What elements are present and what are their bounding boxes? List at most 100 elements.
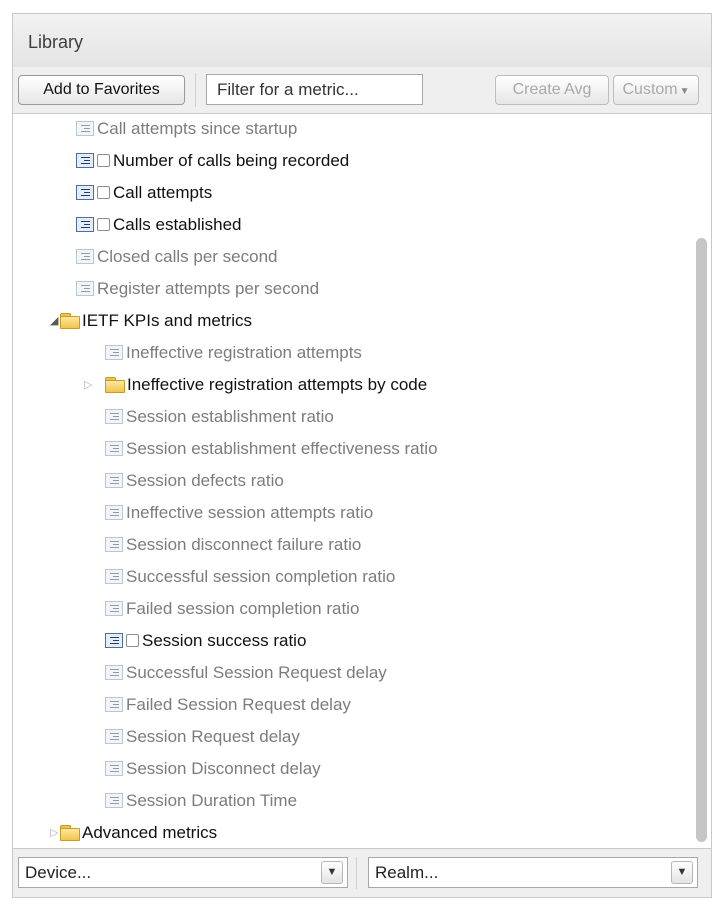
add-to-favorites-button[interactable]: Add to Favorites	[18, 75, 185, 105]
tree-folder-ineffective-registration-attempts-by-code[interactable]: ▷ Ineffective registration attempts by co…	[13, 371, 689, 401]
panel-header: Library	[13, 14, 711, 68]
metric-checkbox[interactable]	[97, 186, 110, 199]
metric-icon	[105, 633, 123, 648]
tree-item-label: Session Request delay	[126, 727, 300, 746]
tree-item-session-establishment-effectiveness-ratio[interactable]: Session establishment effectiveness rati…	[13, 435, 689, 465]
tree-item-label: Failed Session Request delay	[126, 695, 351, 714]
tree-item-call-attempts-since-startup[interactable]: Call attempts since startup	[13, 115, 689, 145]
tree-scrollbar[interactable]	[693, 114, 709, 849]
metric-checkbox[interactable]	[126, 634, 139, 647]
folder-icon	[60, 825, 80, 841]
tree-item-closed-calls-per-second[interactable]: Closed calls per second	[13, 243, 689, 273]
metric-icon	[76, 121, 94, 136]
expand-triangle-icon[interactable]: ▷	[50, 826, 58, 840]
tree-item-label: Ineffective registration attempts	[126, 343, 362, 362]
device-select[interactable]: Device... ▼	[18, 857, 348, 888]
tree-item-label: Session establishment effectiveness rati…	[126, 439, 438, 458]
tree-folder-ietf-kpis-and-metrics[interactable]: ◢ IETF KPIs and metrics	[13, 307, 689, 337]
create-avg-button[interactable]: Create Avg	[495, 75, 609, 105]
metric-icon	[76, 185, 94, 200]
tree-item-label: Session defects ratio	[126, 471, 284, 490]
metric-icon	[105, 793, 123, 808]
tree-item-label: Number of calls being recorded	[113, 151, 350, 170]
filter-bar-divider	[356, 857, 357, 889]
chevron-down-icon[interactable]: ▼	[321, 861, 343, 884]
tree-item-label: Call attempts	[113, 183, 213, 202]
tree-item-label: Session establishment ratio	[126, 407, 334, 426]
toolbar: Add to Favorites Create Avg Custom▼	[13, 67, 711, 114]
tree-item-register-attempts-per-second[interactable]: Register attempts per second	[13, 275, 689, 305]
tree-item-label: Register attempts per second	[97, 279, 320, 298]
tree-item-label: Session success ratio	[142, 631, 307, 650]
tree-item-session-duration-time[interactable]: Session Duration Time	[13, 787, 689, 817]
metric-icon	[105, 505, 123, 520]
metric-icon	[105, 697, 123, 712]
tree-item-ineffective-session-attempts-ratio[interactable]: Ineffective session attempts ratio	[13, 499, 689, 529]
tree-item-ineffective-registration-attempts[interactable]: Ineffective registration attempts	[13, 339, 689, 369]
tree-item-label: Successful Session Request delay	[126, 663, 387, 682]
scrollbar-thumb[interactable]	[696, 238, 707, 842]
tree-item-failed-session-completion-ratio[interactable]: Failed session completion ratio	[13, 595, 689, 625]
collapse-triangle-icon[interactable]: ◢	[50, 314, 58, 328]
folder-icon	[60, 313, 80, 329]
metric-tree: Call attempts since startup Number of cal…	[13, 114, 689, 849]
metric-icon	[105, 537, 123, 552]
tree-item-label: Session Disconnect delay	[126, 759, 321, 778]
panel-title: Library	[28, 32, 84, 52]
tree-item-label: Successful session completion ratio	[126, 567, 396, 586]
tree-folder-label: Advanced metrics	[82, 823, 218, 842]
chevron-down-icon[interactable]: ▼	[671, 861, 693, 884]
metric-icon	[105, 601, 123, 616]
tree-item-label: Failed session completion ratio	[126, 599, 360, 618]
tree-item-label: Ineffective session attempts ratio	[126, 503, 374, 522]
device-select-value: Device...	[25, 863, 92, 882]
tree-item-label: Session disconnect failure ratio	[126, 535, 362, 554]
folder-icon-body	[60, 316, 80, 329]
metric-icon	[105, 409, 123, 424]
metric-icon	[105, 441, 123, 456]
tree-item-successful-session-request-delay[interactable]: Successful Session Request delay	[13, 659, 689, 689]
metric-icon	[76, 217, 94, 232]
expand-triangle-icon[interactable]: ▷	[84, 378, 92, 392]
metric-filter-input[interactable]	[206, 74, 423, 105]
tree-item-number-of-calls-being-recorded[interactable]: Number of calls being recorded	[13, 147, 689, 177]
tree-item-calls-established[interactable]: Calls established	[13, 211, 689, 241]
custom-dropdown-button[interactable]: Custom ▼	[613, 75, 699, 105]
metric-icon	[76, 249, 94, 264]
custom-label: Custom	[622, 81, 678, 98]
metric-checkbox[interactable]	[97, 154, 110, 167]
tree-item-session-disconnect-failure-ratio[interactable]: Session disconnect failure ratio	[13, 531, 689, 561]
tree-item-session-success-ratio[interactable]: Session success ratio	[13, 627, 689, 657]
toolbar-divider	[195, 73, 196, 107]
tree-folder-advanced-metrics[interactable]: ▷ Advanced metrics	[13, 819, 689, 849]
tree-item-call-attempts[interactable]: Call attempts	[13, 179, 689, 209]
realm-select-value: Realm...	[375, 863, 439, 882]
metric-icon	[105, 729, 123, 744]
metric-checkbox[interactable]	[97, 218, 110, 231]
metric-icon	[76, 153, 94, 168]
tree-item-label: Call attempts since startup	[97, 119, 298, 138]
metric-icon	[105, 761, 123, 776]
tree-item-session-disconnect-delay[interactable]: Session Disconnect delay	[13, 755, 689, 785]
library-panel: Library Add to Favorites Create Avg Cust…	[12, 13, 712, 898]
tree-item-successful-session-completion-ratio[interactable]: Successful session completion ratio	[13, 563, 689, 593]
tree-item-session-request-delay[interactable]: Session Request delay	[13, 723, 689, 753]
tree-folder-label: Ineffective registration attempts by cod…	[127, 375, 428, 394]
folder-icon-body	[105, 380, 125, 393]
tree-item-label: Calls established	[113, 215, 242, 234]
metric-icon	[105, 569, 123, 584]
tree-folder-label: IETF KPIs and metrics	[82, 311, 253, 330]
tree-item-label: Session Duration Time	[126, 791, 298, 810]
folder-icon-body	[60, 828, 80, 841]
tree-item-label: Closed calls per second	[97, 247, 278, 266]
metric-icon	[105, 473, 123, 488]
filter-bar: Device... ▼ Realm... ▼	[13, 848, 711, 897]
folder-icon	[105, 377, 125, 393]
tree-item-session-establishment-ratio[interactable]: Session establishment ratio	[13, 403, 689, 433]
tree-item-session-defects-ratio[interactable]: Session defects ratio	[13, 467, 689, 497]
tree-item-failed-session-request-delay[interactable]: Failed Session Request delay	[13, 691, 689, 721]
metric-icon	[76, 281, 94, 296]
chevron-down-icon: ▼	[679, 86, 690, 97]
metric-icon	[105, 665, 123, 680]
realm-select[interactable]: Realm... ▼	[368, 857, 698, 888]
